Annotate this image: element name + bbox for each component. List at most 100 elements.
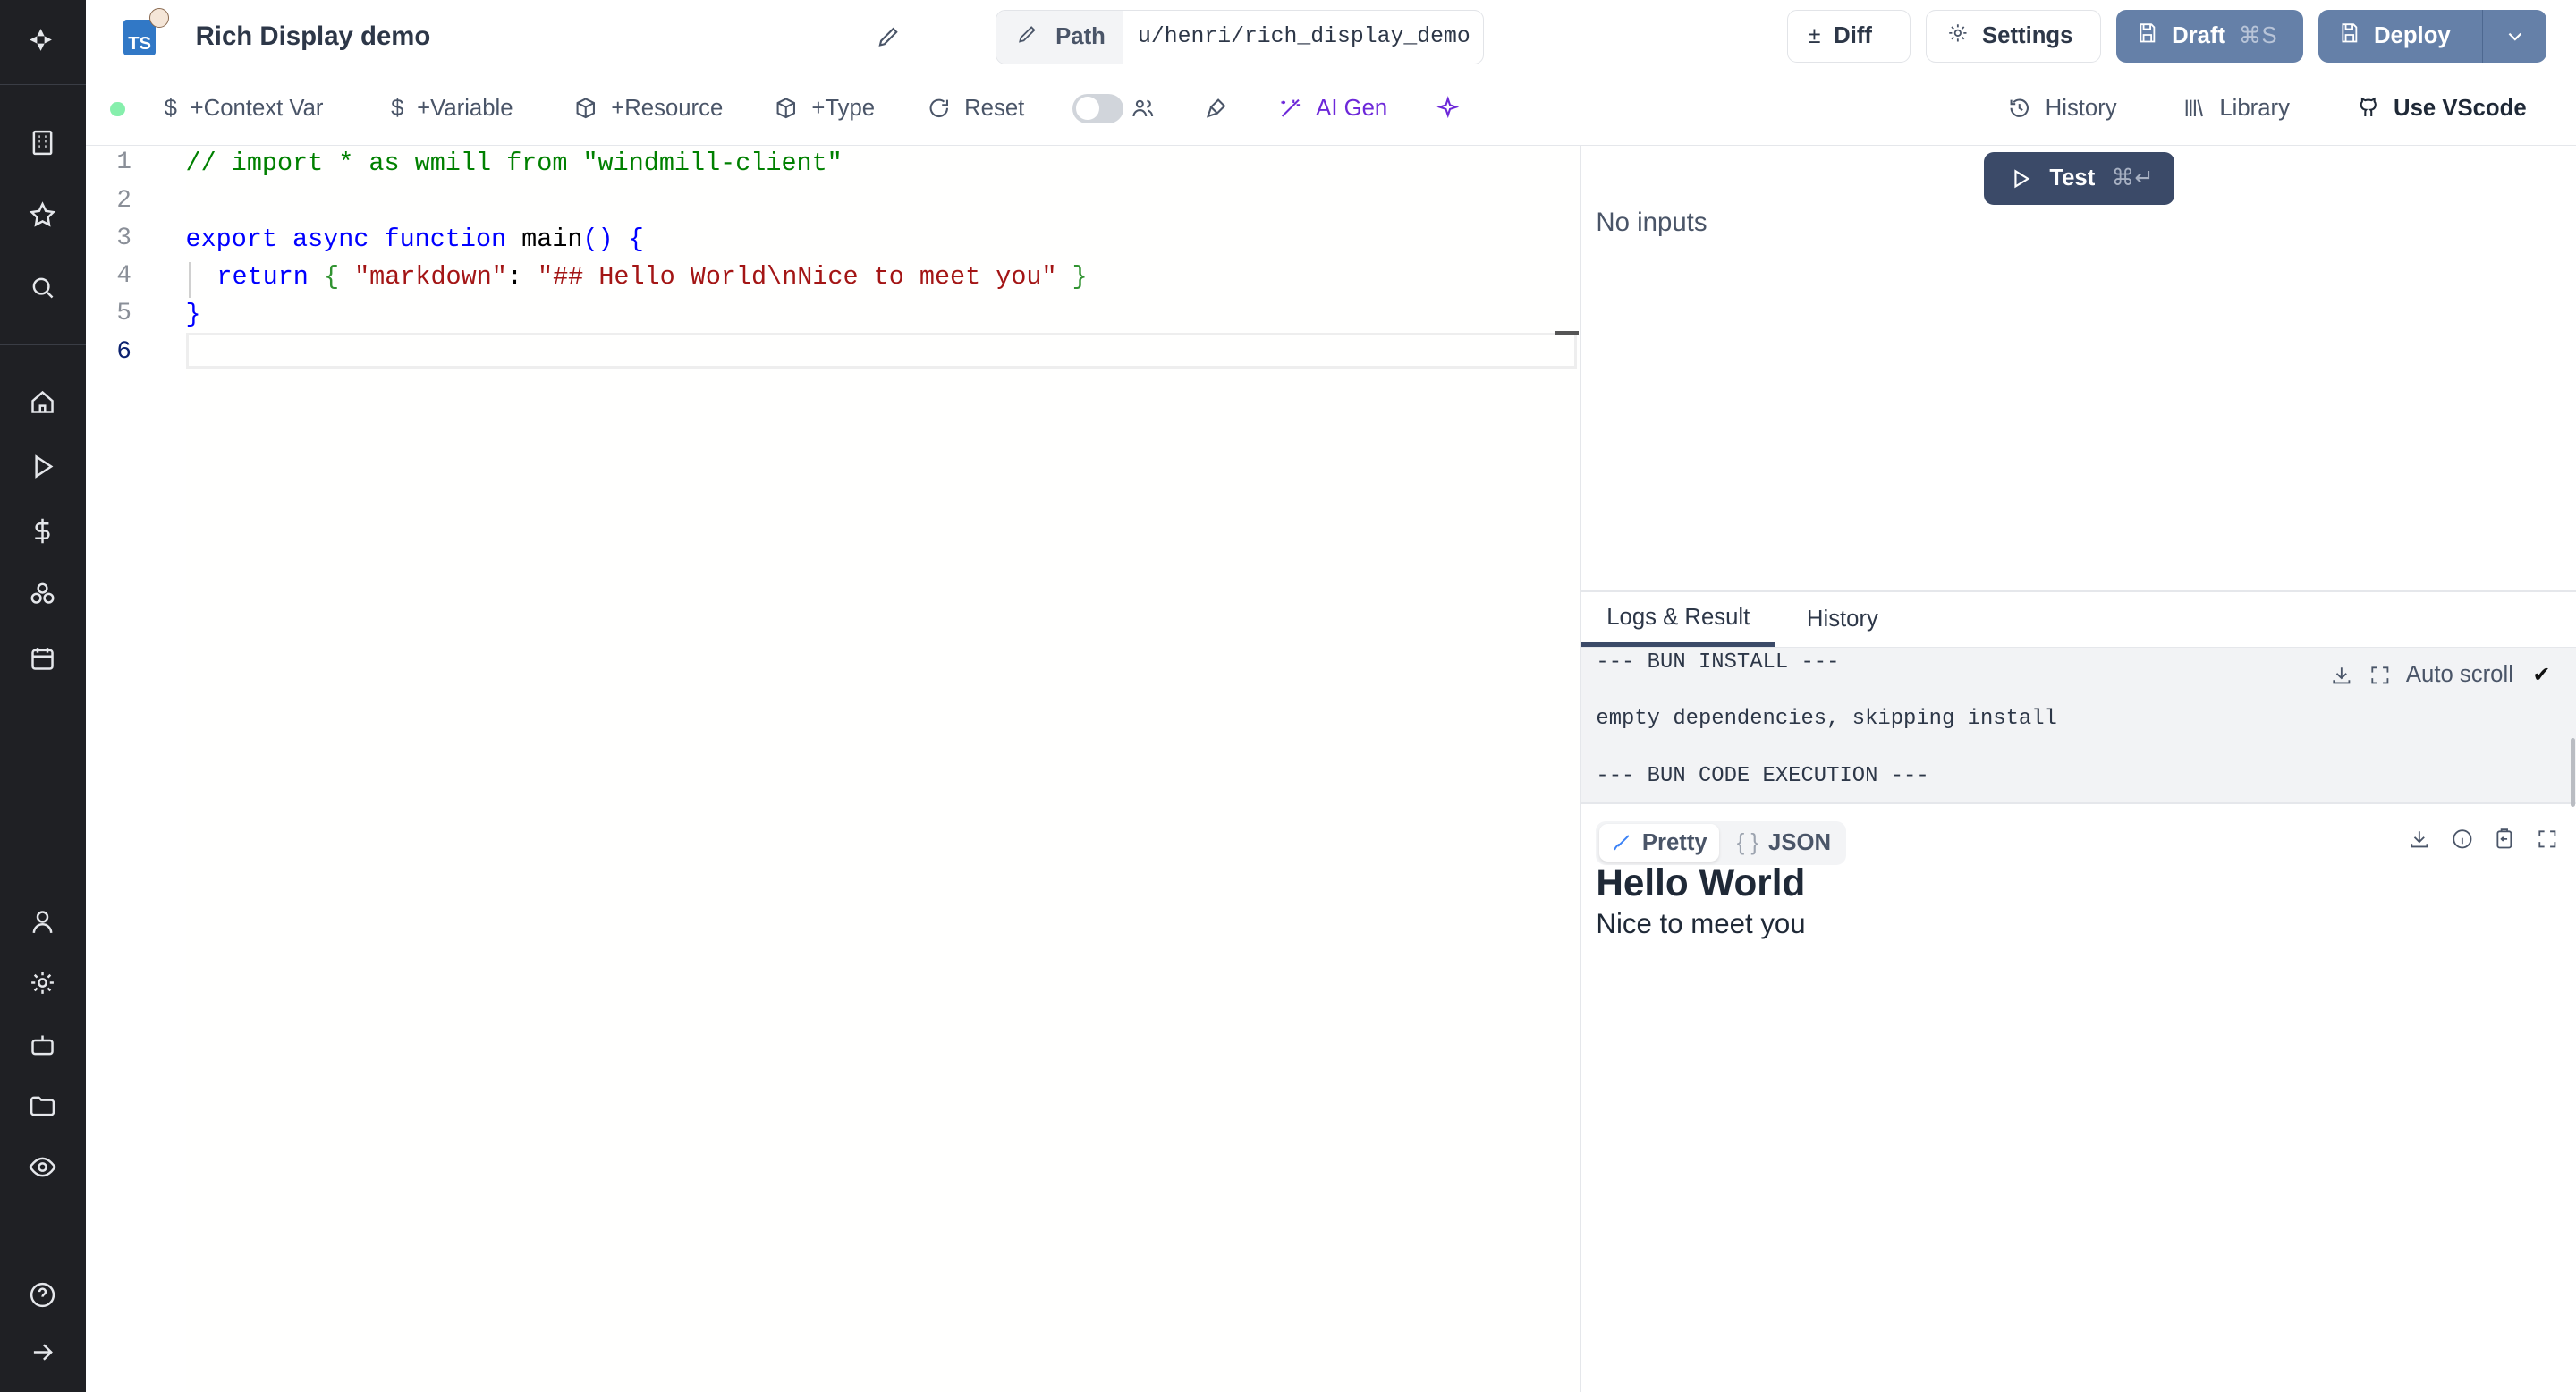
library-button[interactable]: Library [2182, 92, 2290, 125]
add-context-var-button[interactable]: $ +Context Var [165, 92, 324, 125]
dollar-icon: $ [391, 95, 404, 121]
edit-title-pencil-icon[interactable] [876, 23, 902, 56]
script-title[interactable]: Rich Display demo [196, 21, 431, 52]
indent-guide [189, 262, 191, 299]
path-label: Path [1055, 23, 1106, 49]
reset-button[interactable]: Reset [927, 92, 1024, 125]
tab-logs-result[interactable]: Logs & Result [1580, 592, 1775, 647]
dollar-icon[interactable] [26, 514, 59, 547]
pretty-label: Pretty [1641, 829, 1707, 855]
status-dot [110, 101, 125, 117]
use-vscode-label: Use VScode [2394, 95, 2527, 121]
draft-button[interactable]: Draft ⌘S [2115, 10, 2304, 63]
user-icon[interactable] [26, 905, 59, 938]
deploy-dropdown-chevron-icon[interactable] [2482, 10, 2546, 63]
info-icon[interactable] [2451, 828, 2474, 858]
logs-scrollbar[interactable] [2570, 737, 2576, 807]
clipboard-copy-icon[interactable] [2493, 828, 2516, 858]
folder-icon[interactable] [26, 1090, 59, 1123]
download-logs-icon[interactable] [2330, 664, 2353, 694]
dollar-icon: $ [164, 95, 177, 121]
sidebar [0, 0, 86, 1392]
add-type-button[interactable]: +Type [774, 92, 875, 125]
ai-gen-button[interactable]: AI Gen [1278, 92, 1387, 125]
tab-history[interactable]: History [1775, 592, 1911, 647]
home-icon[interactable] [26, 386, 59, 420]
bot-icon[interactable] [26, 1029, 59, 1062]
rendered-markdown-heading: Hello World [1596, 862, 1806, 904]
json-toggle[interactable]: { } JSON [1725, 824, 1843, 862]
add-resource-button[interactable]: +Resource [573, 92, 723, 125]
code-line: return { "markdown": "## Hello World\nNi… [216, 262, 1088, 293]
code-editor[interactable]: 1 2 3 4 5 6 // import * as wmill from "w… [85, 144, 1580, 1392]
history-label: History [2045, 95, 2117, 121]
rendered-markdown-text: Nice to meet you [1596, 907, 1806, 939]
library-icon [2185, 99, 2204, 117]
sidebar-divider [0, 343, 86, 345]
gear-icon [1946, 21, 1970, 51]
format-brush-icon[interactable] [1204, 92, 1229, 125]
magic-wand-icon [1281, 99, 1301, 118]
view-toggle: Pretty { } JSON [1596, 820, 1846, 866]
reset-icon [929, 99, 948, 118]
history-button[interactable]: History [2007, 92, 2117, 125]
fullscreen-icon[interactable] [2536, 828, 2559, 858]
history-icon [2010, 98, 2029, 118]
draft-shortcut: ⌘S [2238, 23, 2277, 49]
multiplayer-users-icon [1131, 92, 1156, 125]
library-label: Library [2219, 95, 2290, 121]
ai-gen-label: AI Gen [1316, 95, 1388, 121]
expand-logs-icon[interactable] [2368, 664, 2392, 694]
ai-sparkles-icon[interactable] [1436, 92, 1461, 125]
logs-panel: --- BUN INSTALL --- empty dependencies, … [1580, 646, 2576, 807]
bun-logo-icon [149, 8, 170, 29]
add-variable-button[interactable]: $ +Variable [391, 92, 513, 125]
diff-label: Diff [1834, 22, 1872, 48]
test-button[interactable]: Test ⌘↵ [1983, 151, 2174, 205]
pretty-toggle[interactable]: Pretty [1599, 824, 1719, 862]
eye-icon[interactable] [26, 1150, 59, 1184]
package-icon [576, 98, 595, 119]
line-number: 3 [116, 224, 131, 252]
plus-minus-icon: ± [1808, 22, 1821, 48]
path-field[interactable]: Path u/henri/rich_display_demo [996, 10, 1484, 64]
sidebar-divider [0, 83, 86, 86]
settings-button[interactable]: Settings [1925, 10, 2102, 63]
help-icon[interactable] [26, 1278, 59, 1311]
signature-pen-icon [1614, 835, 1630, 851]
line-number-gutter: 1 2 3 4 5 6 [85, 145, 186, 1392]
pencil-icon [1016, 22, 1039, 52]
deploy-label: Deploy [2374, 22, 2451, 48]
calendar-icon[interactable] [26, 642, 59, 675]
path-value[interactable]: u/henri/rich_display_demo [1123, 11, 1482, 64]
test-label: Test [2049, 165, 2096, 191]
resources-blocks-icon[interactable] [26, 579, 59, 612]
test-panel: Test ⌘↵ No inputs Logs & Result History … [1580, 144, 2576, 1392]
workspace-icon[interactable] [26, 126, 59, 159]
download-result-icon[interactable] [2408, 828, 2431, 858]
context-var-label: +Context Var [190, 95, 324, 121]
braces-icon: { } [1736, 829, 1759, 855]
save-icon [2136, 21, 2159, 51]
multiplayer-toggle[interactable] [1072, 93, 1124, 123]
settings-label: Settings [1982, 22, 2073, 48]
deploy-button[interactable]: Deploy [2318, 10, 2546, 63]
runs-play-icon[interactable] [26, 450, 59, 483]
star-icon[interactable] [26, 199, 59, 232]
github-icon [2360, 98, 2377, 117]
reset-label: Reset [964, 95, 1025, 121]
search-icon[interactable] [26, 271, 59, 304]
line-number: 2 [116, 186, 131, 215]
json-label: JSON [1768, 829, 1832, 855]
use-vscode-button[interactable]: Use VScode [2356, 92, 2527, 125]
auto-scroll-checkbox[interactable]: ✔ [2532, 662, 2550, 688]
package-icon [776, 98, 796, 119]
expand-arrow-icon[interactable] [26, 1336, 59, 1369]
windmill-logo-icon[interactable] [25, 23, 58, 56]
diff-button[interactable]: ± Diff [1787, 10, 1911, 63]
test-shortcut: ⌘↵ [2111, 166, 2154, 191]
line-number-current: 6 [116, 337, 131, 366]
typescript-badge: TS [123, 20, 157, 56]
line-number: 1 [116, 149, 131, 177]
settings-gear-icon[interactable] [26, 966, 59, 999]
